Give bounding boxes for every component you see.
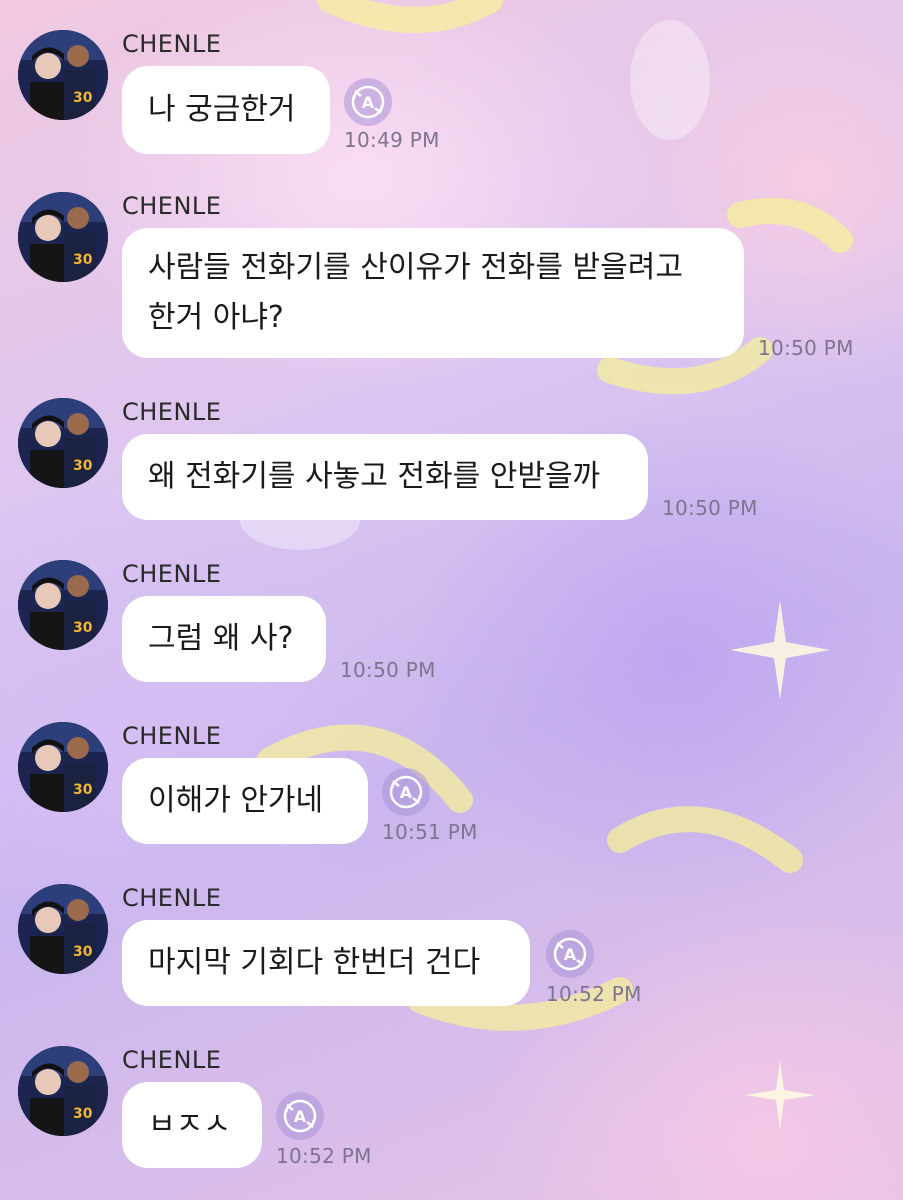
message-bubble[interactable]: 이해가 안가네 xyxy=(122,758,368,844)
avatar[interactable]: 30 xyxy=(18,722,108,812)
sender-name: CHENLE xyxy=(122,722,222,750)
avatar-photo: 30 xyxy=(18,884,108,974)
svg-text:A: A xyxy=(564,945,577,964)
avatar[interactable]: 30 xyxy=(18,560,108,650)
svg-text:30: 30 xyxy=(73,458,93,474)
timestamp: 10:49 PM xyxy=(344,128,440,152)
timestamp: 10:50 PM xyxy=(662,496,758,520)
avatar[interactable]: 30 xyxy=(18,884,108,974)
avatar-photo: 30 xyxy=(18,30,108,120)
svg-text:A: A xyxy=(400,783,413,802)
svg-text:30: 30 xyxy=(73,944,93,960)
svg-text:30: 30 xyxy=(73,252,93,268)
svg-text:30: 30 xyxy=(73,90,93,106)
avatar-photo: 30 xyxy=(18,398,108,488)
timestamp: 10:52 PM xyxy=(276,1144,372,1168)
sender-name: CHENLE xyxy=(122,398,222,426)
message-bubble[interactable]: 마지막 기회다 한번더 건다 xyxy=(122,920,530,1006)
sender-name: CHENLE xyxy=(122,560,222,588)
message-bubble[interactable]: 그럼 왜 사? xyxy=(122,596,326,682)
message-bubble[interactable]: 사람들 전화기를 산이유가 전화를 받을려고 한거 아냐? xyxy=(122,228,744,358)
svg-text:A: A xyxy=(294,1107,307,1126)
message-bubble[interactable]: ㅂㅈㅅ xyxy=(122,1082,262,1168)
timestamp: 10:52 PM xyxy=(546,982,642,1006)
svg-text:30: 30 xyxy=(73,620,93,636)
message-bubble[interactable]: 왜 전화기를 사놓고 전화를 안받을까 xyxy=(122,434,648,520)
svg-text:30: 30 xyxy=(73,1106,93,1122)
translate-icon[interactable]: A xyxy=(382,768,430,816)
message-bubble[interactable]: 나 궁금한거 xyxy=(122,66,330,154)
translate-icon[interactable]: A xyxy=(344,78,392,126)
translate-icon[interactable]: A xyxy=(546,930,594,978)
timestamp: 10:50 PM xyxy=(758,336,854,360)
sender-name: CHENLE xyxy=(122,30,222,58)
timestamp: 10:50 PM xyxy=(340,658,436,682)
avatar-photo: 30 xyxy=(18,192,108,282)
sender-name: CHENLE xyxy=(122,192,222,220)
avatar[interactable]: 30 xyxy=(18,192,108,282)
translate-icon[interactable]: A xyxy=(276,1092,324,1140)
svg-text:30: 30 xyxy=(73,782,93,798)
avatar[interactable]: 30 xyxy=(18,30,108,120)
avatar[interactable]: 30 xyxy=(18,1046,108,1136)
timestamp: 10:51 PM xyxy=(382,820,478,844)
avatar-photo: 30 xyxy=(18,722,108,812)
avatar-photo: 30 xyxy=(18,1046,108,1136)
svg-text:A: A xyxy=(362,93,375,112)
sender-name: CHENLE xyxy=(122,1046,222,1074)
sender-name: CHENLE xyxy=(122,884,222,912)
avatar[interactable]: 30 xyxy=(18,398,108,488)
avatar-photo: 30 xyxy=(18,560,108,650)
